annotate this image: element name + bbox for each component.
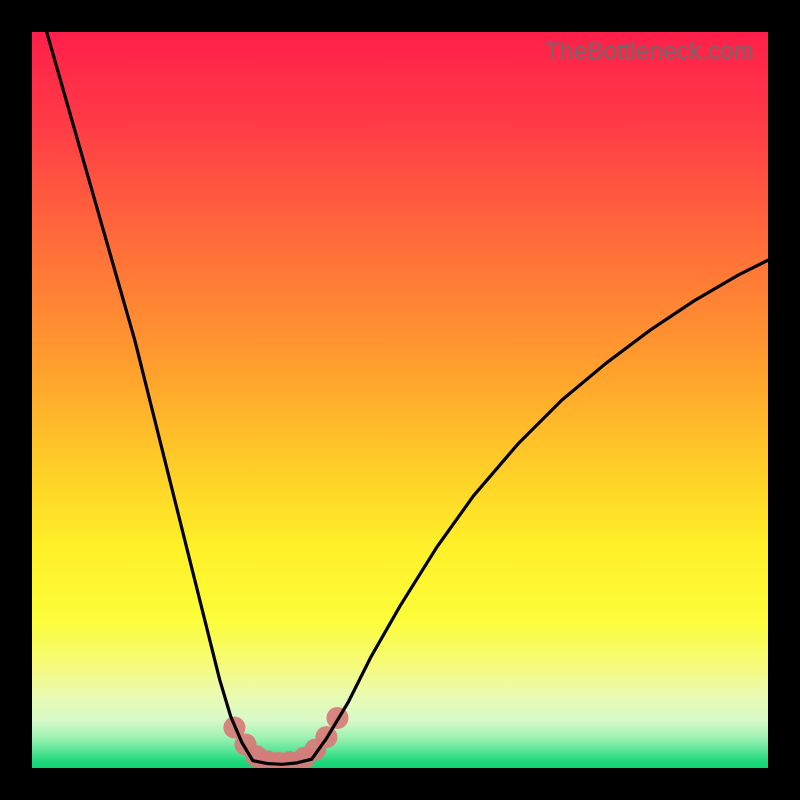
plot-area: TheBottleneck.com <box>32 32 768 768</box>
bottleneck-curve <box>47 32 768 764</box>
valley-markers-group <box>223 707 348 768</box>
chart-curves <box>32 32 768 768</box>
